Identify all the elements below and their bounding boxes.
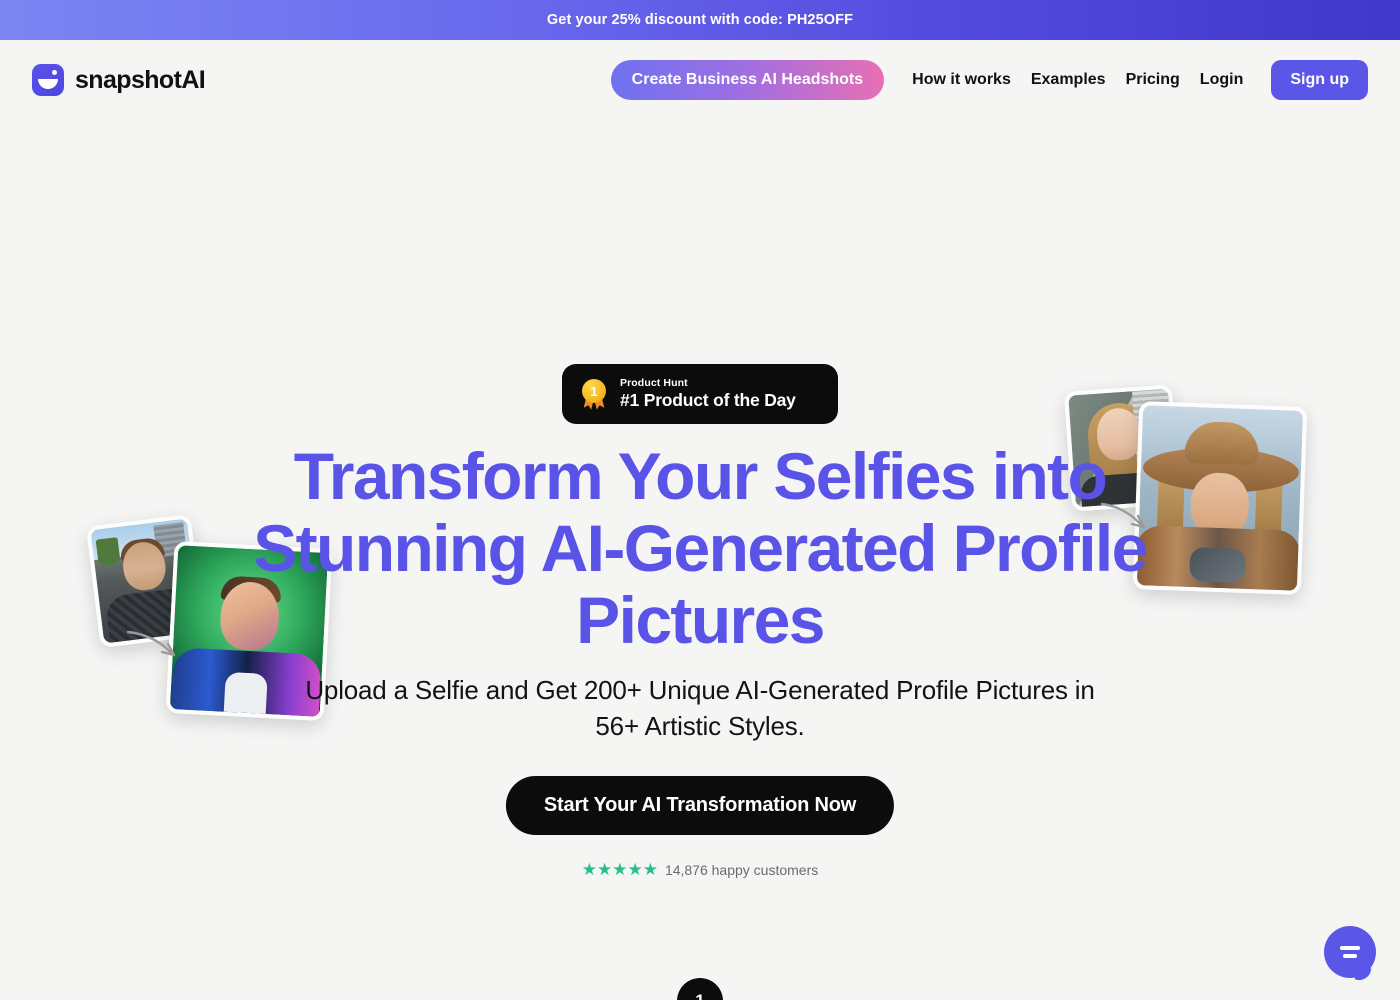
step-marker: 1 xyxy=(677,978,723,1000)
hero-section: 1 Product Hunt #1 Product of the Day Tra… xyxy=(0,120,1400,1000)
site-header: snapshotAI Create Business AI Headshots … xyxy=(0,40,1400,120)
product-hunt-badge[interactable]: 1 Product Hunt #1 Product of the Day xyxy=(562,364,838,424)
hero-subheadline: Upload a Selfie and Get 200+ Unique AI-G… xyxy=(305,675,1095,741)
nav-link-login[interactable]: Login xyxy=(1190,71,1254,89)
brand-logo[interactable]: snapshotAI xyxy=(32,64,206,96)
promo-banner-text: Get your 25% discount with code: PH25OFF xyxy=(546,12,854,28)
medal-number: 1 xyxy=(582,379,606,403)
star-rating-icon: ★★★★★ xyxy=(581,860,658,879)
create-business-headshots-button[interactable]: Create Business AI Headshots xyxy=(610,60,885,100)
brand-name: snapshotAI xyxy=(75,65,206,94)
step-number-badge: 1 xyxy=(677,978,723,1000)
nav-link-examples[interactable]: Examples xyxy=(1021,71,1116,89)
nav-link-pricing[interactable]: Pricing xyxy=(1116,71,1190,89)
start-transformation-button[interactable]: Start Your AI Transformation Now xyxy=(505,776,895,835)
rating-row: ★★★★★ 14,876 happy customers xyxy=(0,861,1400,878)
promo-banner[interactable]: Get your 25% discount with code: PH25OFF xyxy=(0,0,1400,40)
product-hunt-title: #1 Product of the Day xyxy=(620,390,796,410)
chat-widget-button[interactable] xyxy=(1324,926,1376,978)
nav-link-how-it-works[interactable]: How it works xyxy=(902,71,1021,89)
signup-button[interactable]: Sign up xyxy=(1271,60,1368,100)
hero-headline: Transform Your Selfies into Stunning AI-… xyxy=(253,439,1148,657)
smiley-logo-icon xyxy=(32,64,64,96)
chat-bubble-icon xyxy=(1324,926,1376,978)
rating-count-text: 14,876 happy customers xyxy=(664,861,819,878)
product-hunt-kicker: Product Hunt xyxy=(620,377,688,389)
gold-medal-icon: 1 xyxy=(580,379,608,409)
main-navigation: Create Business AI Headshots How it work… xyxy=(610,60,1368,100)
